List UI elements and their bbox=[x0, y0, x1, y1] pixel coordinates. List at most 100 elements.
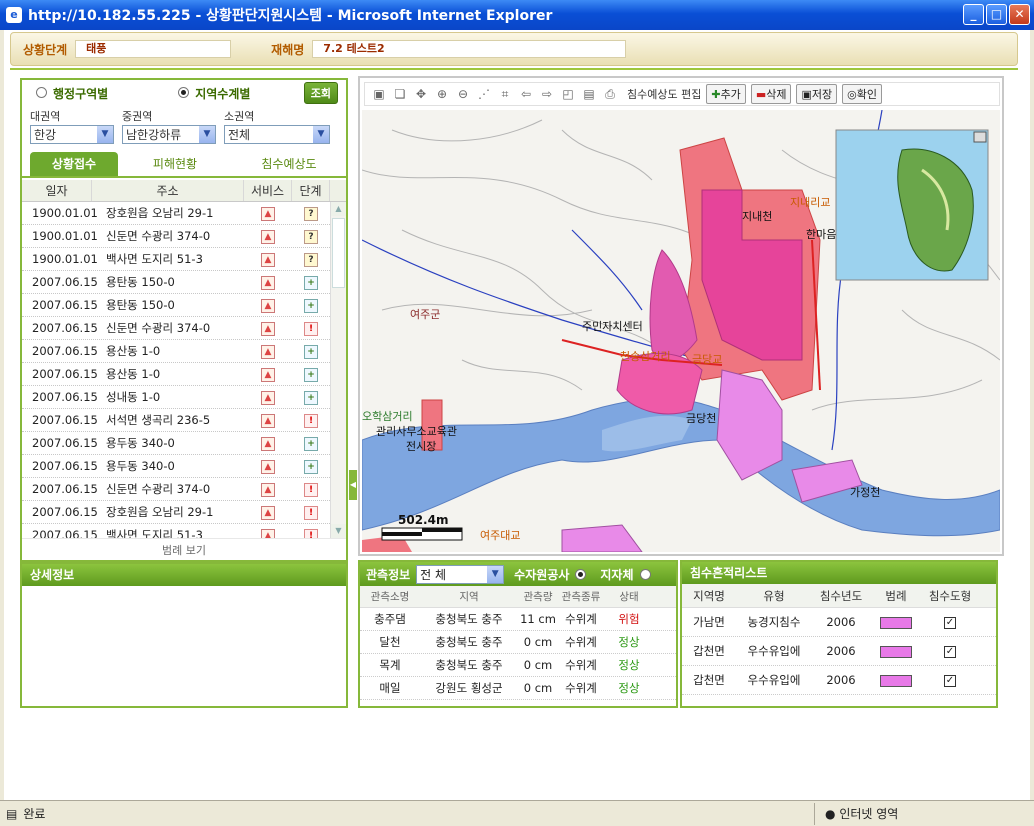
query-button[interactable]: 조회 bbox=[303, 82, 338, 104]
back-icon[interactable]: ⇦ bbox=[518, 86, 534, 102]
obs-row[interactable]: 달천 충청북도 충주 0 cm 수위계 정상 bbox=[360, 631, 676, 654]
service-icon[interactable]: ▲ bbox=[261, 391, 275, 405]
obs-opt2-radio[interactable] bbox=[639, 568, 651, 580]
radio-admin-circle[interactable] bbox=[36, 86, 47, 98]
table-row[interactable]: 2007.06.15 용두동 340-0 ▲ + bbox=[22, 432, 330, 455]
table-row[interactable]: 2007.06.15 장호원읍 오남리 29-1 ▲! bbox=[22, 501, 330, 524]
level-icon[interactable]: + bbox=[304, 345, 318, 359]
service-icon[interactable]: ▲ bbox=[261, 299, 275, 313]
row-address: 신둔면 수광리 374-0 bbox=[106, 482, 211, 496]
map-canvas[interactable]: 지내천 지내리교 한마음 여주군 주민자치센터 천송삼거리 금당교 금당천 관리… bbox=[362, 110, 1000, 552]
service-icon[interactable]: ▲ bbox=[261, 276, 275, 290]
service-icon[interactable]: ▲ bbox=[261, 207, 275, 221]
list-scrollbar[interactable]: ▲ ▼ bbox=[330, 202, 346, 538]
obs-row[interactable]: 매일 강원도 횡성군 0 cm 수위계 정상 bbox=[360, 677, 676, 700]
service-icon[interactable]: ▲ bbox=[261, 460, 275, 474]
service-icon[interactable]: ▲ bbox=[261, 437, 275, 451]
level-icon[interactable]: + bbox=[304, 368, 318, 382]
level-icon[interactable]: ! bbox=[304, 506, 318, 520]
radio-water-circle[interactable] bbox=[178, 86, 190, 98]
measure-distance-icon[interactable]: ⋰ bbox=[476, 86, 492, 102]
level-icon[interactable]: + bbox=[304, 460, 318, 474]
level-icon[interactable]: ! bbox=[304, 322, 318, 336]
legend-link[interactable]: 범례 보기 bbox=[22, 538, 346, 560]
service-icon[interactable]: ▲ bbox=[261, 483, 275, 497]
service-icon[interactable]: ▲ bbox=[261, 529, 275, 538]
trace-row[interactable]: 가남면 농경지침수 2006 ✓ bbox=[682, 608, 996, 637]
service-icon[interactable]: ▲ bbox=[261, 230, 275, 244]
tab-flood-map[interactable]: 침수예상도 bbox=[232, 152, 346, 176]
level-icon[interactable]: + bbox=[304, 437, 318, 451]
table-row[interactable]: 2007.06.15 신둔면 수광리 374-0 ▲! bbox=[22, 317, 330, 340]
table-row[interactable]: 2007.06.15 용탄동 150-0 ▲ + bbox=[22, 271, 330, 294]
pan-icon[interactable]: ✥ bbox=[413, 86, 429, 102]
table-row[interactable]: 2007.06.15 서석면 생곡리 236-5 ▲! bbox=[22, 409, 330, 432]
service-icon[interactable]: ▲ bbox=[261, 322, 275, 336]
radio-water[interactable]: 지역수계별 bbox=[178, 85, 250, 102]
service-icon[interactable]: ▲ bbox=[261, 414, 275, 428]
zoom-in-icon[interactable]: ⊕ bbox=[434, 86, 450, 102]
trace-row[interactable]: 갑천면우수유입에2006✓ bbox=[682, 637, 996, 666]
trace-col: 지역명 bbox=[693, 589, 725, 603]
table-row[interactable]: 2007.06.15 성내동 1-0 ▲ + bbox=[22, 386, 330, 409]
mid-area-select[interactable]: 남한강하류 ▼ bbox=[122, 125, 216, 144]
level-icon[interactable]: ! bbox=[304, 483, 318, 497]
table-row[interactable]: 2007.06.15 용탄동 150-0 ▲ + bbox=[22, 294, 330, 317]
delete-button[interactable]: ▬삭제 bbox=[750, 84, 792, 104]
small-area-select[interactable]: 전체 ▼ bbox=[224, 125, 330, 144]
show-shape-checkbox[interactable]: ✓ bbox=[944, 674, 956, 687]
level-icon[interactable]: ! bbox=[304, 529, 318, 538]
situation-bar: 상황단계 태풍 재해명 7.2 테스트2 bbox=[10, 32, 1018, 66]
service-icon[interactable]: ▲ bbox=[261, 368, 275, 382]
level-icon[interactable]: + bbox=[304, 391, 318, 405]
obs-filter-select[interactable]: 전 체 ▼ bbox=[416, 565, 505, 584]
table-row[interactable]: 2007.06.15 신둔면 수광리 374-0 ▲! bbox=[22, 478, 330, 501]
tab-situation[interactable]: 상황접수 bbox=[30, 152, 118, 176]
maximize-button[interactable]: □ bbox=[986, 4, 1007, 25]
minimize-button[interactable]: _ bbox=[963, 4, 984, 25]
service-icon[interactable]: ▲ bbox=[261, 253, 275, 267]
measure-area-icon[interactable]: ⌗ bbox=[497, 86, 513, 102]
show-shape-checkbox[interactable]: ✓ bbox=[944, 645, 956, 658]
trace-row[interactable]: 갑천면우수유입에2006✓ bbox=[682, 695, 996, 702]
big-area-select[interactable]: 한강 ▼ bbox=[30, 125, 114, 144]
print-icon[interactable]: ⎙ bbox=[602, 86, 618, 102]
table-row[interactable]: 1900.01.01 장호원읍 오남리 29-1 ▲? bbox=[22, 202, 330, 225]
table-row[interactable]: 2007.06.15 용두동 340-0 ▲ + bbox=[22, 455, 330, 478]
select-icon[interactable]: ◰ bbox=[560, 86, 576, 102]
save-map-icon[interactable]: ▤ bbox=[581, 86, 597, 102]
scroll-thumb[interactable] bbox=[332, 218, 345, 288]
table-row[interactable]: 2007.06.15 용산동 1-0 ▲ + bbox=[22, 340, 330, 363]
scroll-down-icon[interactable]: ▼ bbox=[331, 524, 346, 538]
table-row[interactable]: 1900.01.01 백사면 도지리 51-3 ▲? bbox=[22, 248, 330, 271]
save-button[interactable]: ▣저장 bbox=[796, 84, 838, 104]
table-row[interactable]: 2007.06.15 용산동 1-0 ▲ + bbox=[22, 363, 330, 386]
tab-damage[interactable]: 피해현황 bbox=[118, 152, 232, 176]
level-icon[interactable]: ? bbox=[304, 230, 318, 244]
obs-opt1-radio[interactable] bbox=[575, 568, 587, 580]
zoom-out-icon[interactable]: ⊖ bbox=[455, 86, 471, 102]
collapse-handle[interactable]: ◀ bbox=[349, 470, 357, 500]
radio-admin[interactable]: 행정구역별 bbox=[36, 85, 108, 102]
full-extent-icon[interactable]: ▣ bbox=[371, 86, 387, 102]
level-icon[interactable]: ! bbox=[304, 414, 318, 428]
show-shape-checkbox[interactable]: ✓ bbox=[944, 616, 956, 629]
level-icon[interactable]: + bbox=[304, 276, 318, 290]
layer-icon[interactable]: ❏ bbox=[392, 86, 408, 102]
service-icon[interactable]: ▲ bbox=[261, 506, 275, 520]
forward-icon[interactable]: ⇨ bbox=[539, 86, 555, 102]
level-icon[interactable]: ? bbox=[304, 253, 318, 267]
close-button[interactable]: ✕ bbox=[1009, 4, 1030, 25]
table-row[interactable]: 2007.06.15 백사면 도지리 51-3 ▲! bbox=[22, 524, 330, 538]
confirm-button[interactable]: ◎확인 bbox=[842, 84, 882, 104]
level-icon[interactable]: + bbox=[304, 299, 318, 313]
obs-row[interactable]: 목계 충청북도 충주 0 cm 수위계 정상 bbox=[360, 654, 676, 677]
service-icon[interactable]: ▲ bbox=[261, 345, 275, 359]
level-icon[interactable]: ? bbox=[304, 207, 318, 221]
scroll-up-icon[interactable]: ▲ bbox=[331, 202, 346, 216]
trace-row[interactable]: 갑천면우수유입에2006✓ bbox=[682, 666, 996, 695]
obs-row[interactable]: 충주댐 충청북도 충주 11 cm 수위계 위험 bbox=[360, 608, 676, 631]
map-drawing[interactable]: 지내천 지내리교 한마음 여주군 주민자치센터 천송삼거리 금당교 금당천 관리… bbox=[362, 110, 1000, 552]
add-button[interactable]: ✚추가 bbox=[706, 84, 746, 104]
table-row[interactable]: 1900.01.01 신둔면 수광리 374-0 ▲? bbox=[22, 225, 330, 248]
